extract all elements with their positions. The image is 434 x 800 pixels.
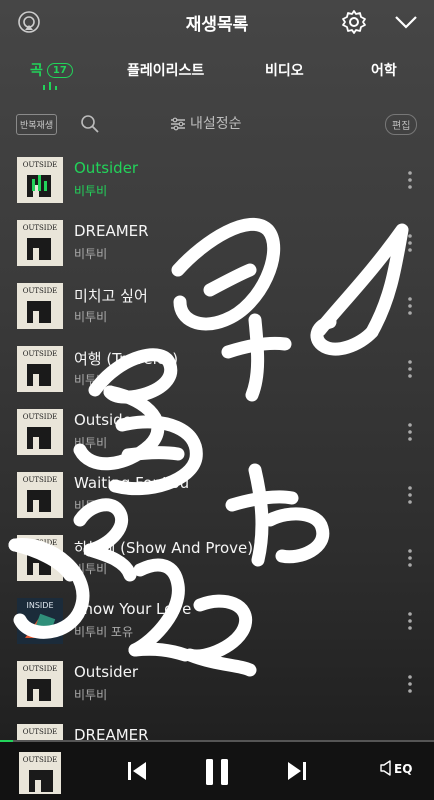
song-row[interactable]: OUTSIDE 여행 (Traveler) 비투비 <box>0 337 434 399</box>
album-title: OUTSIDE <box>22 413 58 421</box>
album-art: OUTSIDE <box>17 661 63 707</box>
song-row[interactable]: INSIDE Show Your Love 비투비 포유 <box>0 589 434 651</box>
speaker-icon <box>380 760 391 776</box>
count-badge: 17 <box>46 63 73 78</box>
tab-label: 곡 <box>30 63 43 79</box>
album-art: OUTSIDE <box>17 409 63 455</box>
tab-songs[interactable]: 곡 17 <box>30 60 73 80</box>
album-art: OUTSIDE <box>17 346 63 392</box>
album-title: OUTSIDE <box>22 728 58 736</box>
song-artist: 비투비 <box>74 184 108 198</box>
edit-button[interactable]: 편집 <box>385 114 418 135</box>
album-title: OUTSIDE <box>22 350 58 358</box>
more-options-icon[interactable] <box>405 233 415 253</box>
tab-bar: 곡 17 플레이리스트 비디오 어학 <box>0 54 434 94</box>
album-art: OUTSIDE <box>17 472 63 518</box>
next-icon[interactable] <box>286 759 308 783</box>
album-title: OUTSIDE <box>22 224 58 232</box>
album-art: OUTSIDE <box>17 535 63 581</box>
more-options-icon[interactable] <box>405 170 415 190</box>
tab-playlists[interactable]: 플레이리스트 <box>127 60 204 80</box>
song-artist: 비투비 <box>74 310 108 324</box>
more-options-icon[interactable] <box>405 422 415 442</box>
eq-label: EQ <box>394 762 413 776</box>
song-artist: 비투비 <box>74 562 108 576</box>
previous-icon[interactable] <box>126 759 148 783</box>
album-title: INSIDE <box>26 601 54 610</box>
song-row[interactable]: OUTSIDE Waiting For You 비투비 <box>0 463 434 525</box>
list-controls: 반복재생 내설정순 편집 <box>0 110 434 138</box>
song-row[interactable]: OUTSIDE 미치고 싶어비투비 <box>0 274 434 336</box>
search-icon[interactable] <box>80 114 100 134</box>
song-row[interactable]: OUTSIDE DREAMER 비투비 <box>0 211 434 273</box>
album-art: OUTSIDE <box>17 283 63 329</box>
page-title: 재생목록 <box>185 15 249 35</box>
chevron-down-icon[interactable] <box>394 13 418 31</box>
song-artist: 비투비 <box>74 247 108 261</box>
song-artist: 비투비 <box>74 499 108 513</box>
more-options-icon[interactable] <box>405 359 415 379</box>
song-row[interactable]: OUTSIDE Outsider 비투비 <box>0 652 434 714</box>
song-title: DREAMER <box>74 222 149 240</box>
song-artist: 비투비 <box>74 688 108 702</box>
sort-label: 내설정순 <box>190 116 242 132</box>
album-art[interactable]: OUTSIDE <box>19 752 61 794</box>
album-title: OUTSIDE <box>22 539 58 547</box>
more-options-icon[interactable] <box>405 296 415 316</box>
song-title: 하늘에 (Show And Prove) <box>74 539 254 557</box>
song-row[interactable]: OUTSIDE 하늘에 (Show And Prove) 비투비 <box>0 526 434 588</box>
more-options-icon[interactable] <box>405 485 415 505</box>
sort-icon <box>171 117 185 131</box>
album-title: OUTSIDE <box>22 161 58 169</box>
mini-player: OUTSIDE EQ <box>0 742 434 800</box>
more-options-icon[interactable] <box>405 611 415 631</box>
pause-icon[interactable] <box>204 757 230 787</box>
sort-button[interactable]: 내설정순 <box>170 113 242 133</box>
top-bar: 재생목록 <box>0 0 434 44</box>
song-title: Waiting For You <box>74 474 190 492</box>
album-art: INSIDE <box>17 598 63 644</box>
song-artist: 비투비 포유 <box>74 625 134 639</box>
more-options-icon[interactable] <box>405 548 415 568</box>
more-options-icon[interactable] <box>405 674 415 694</box>
now-playing-icon <box>32 175 47 191</box>
song-title: Outsider <box>74 411 139 429</box>
equalizer-icon <box>43 82 57 90</box>
tab-videos[interactable]: 비디오 <box>265 60 304 80</box>
song-row[interactable]: OUTSIDE Outsider 비투비 <box>0 400 434 462</box>
album-title: OUTSIDE <box>22 665 58 673</box>
tab-language[interactable]: 어학 <box>371 60 397 80</box>
album-title: OUTSIDE <box>22 756 58 764</box>
song-artist: 비투비 <box>74 436 108 450</box>
album-title: OUTSIDE <box>22 476 58 484</box>
song-title: Outsider <box>74 159 139 177</box>
song-title: Outsider <box>74 663 139 681</box>
repeat-button[interactable]: 반복재생 <box>16 114 58 135</box>
song-title: 여행 (Traveler) <box>74 350 179 368</box>
album-art: OUTSIDE <box>17 220 63 266</box>
album-title: OUTSIDE <box>22 287 58 295</box>
song-artist: 비투비 <box>74 373 108 387</box>
song-title: Show Your Love <box>74 600 192 618</box>
song-row[interactable]: OUTSIDE Outsider 비투비 <box>0 148 434 210</box>
song-title: 미치고 싶어 <box>74 287 148 305</box>
eq-button[interactable]: EQ <box>380 760 412 776</box>
gear-icon[interactable] <box>341 9 367 35</box>
